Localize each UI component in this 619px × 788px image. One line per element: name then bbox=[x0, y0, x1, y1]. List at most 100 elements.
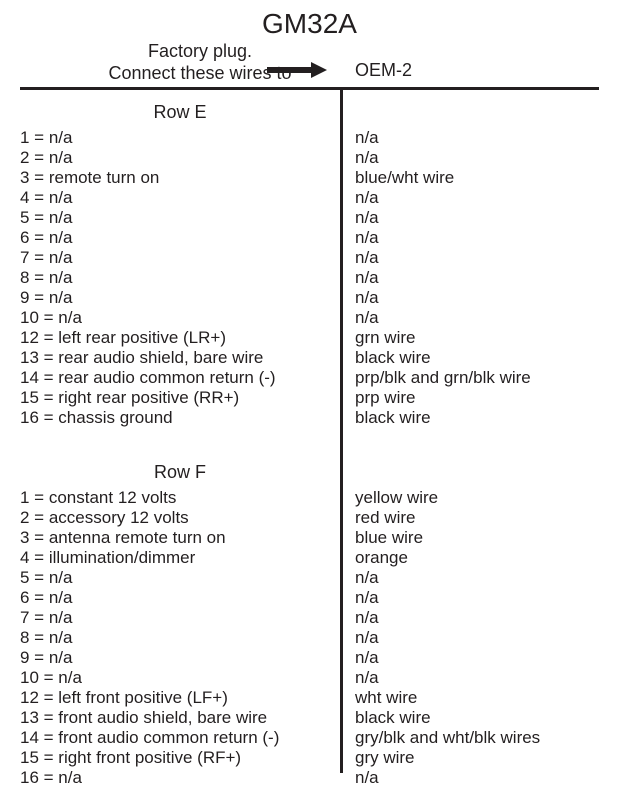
table-row: 3 = remote turn onblue/wht wire bbox=[20, 168, 599, 188]
oem-value: yellow wire bbox=[340, 488, 438, 508]
oem-value: black wire bbox=[340, 348, 431, 368]
pin-description: 5 = n/a bbox=[20, 568, 340, 588]
oem-value: black wire bbox=[340, 708, 431, 728]
oem-value: red wire bbox=[340, 508, 415, 528]
table-row: 10 = n/an/a bbox=[20, 668, 599, 688]
pin-description: 9 = n/a bbox=[20, 288, 340, 308]
table-row: 12 = left rear positive (LR+)grn wire bbox=[20, 328, 599, 348]
pin-description: 6 = n/a bbox=[20, 228, 340, 248]
pin-description: 10 = n/a bbox=[20, 308, 340, 328]
table-row: 7 = n/an/a bbox=[20, 248, 599, 268]
pin-description: 5 = n/a bbox=[20, 208, 340, 228]
oem-value: n/a bbox=[340, 568, 379, 588]
pin-description: 12 = left rear positive (LR+) bbox=[20, 328, 340, 348]
oem-value: n/a bbox=[340, 188, 379, 208]
pin-description: 7 = n/a bbox=[20, 248, 340, 268]
pin-description: 16 = chassis ground bbox=[20, 408, 340, 428]
pin-description: 9 = n/a bbox=[20, 648, 340, 668]
row-e-body: 1 = n/an/a2 = n/an/a3 = remote turn onbl… bbox=[20, 128, 599, 428]
oem-value: n/a bbox=[340, 148, 379, 168]
oem-value: black wire bbox=[340, 408, 431, 428]
table-row: 5 = n/an/a bbox=[20, 568, 599, 588]
table-row: 6 = n/an/a bbox=[20, 228, 599, 248]
pin-description: 8 = n/a bbox=[20, 268, 340, 288]
table-row: 2 = n/an/a bbox=[20, 148, 599, 168]
pin-description: 14 = rear audio common return (-) bbox=[20, 368, 340, 388]
oem-value: n/a bbox=[340, 648, 379, 668]
pin-description: 12 = left front positive (LF+) bbox=[20, 688, 340, 708]
pin-description: 1 = n/a bbox=[20, 128, 340, 148]
pin-description: 13 = rear audio shield, bare wire bbox=[20, 348, 340, 368]
table-row: 15 = right front positive (RF+)gry wire bbox=[20, 748, 599, 768]
table-row: 15 = right rear positive (RR+)prp wire bbox=[20, 388, 599, 408]
table-row: 9 = n/an/a bbox=[20, 288, 599, 308]
oem-header: OEM-2 bbox=[355, 60, 412, 81]
row-f-body: 1 = constant 12 voltsyellow wire2 = acce… bbox=[20, 488, 599, 788]
factory-plug-line1: Factory plug. bbox=[148, 41, 252, 61]
pin-description: 4 = illumination/dimmer bbox=[20, 548, 340, 568]
table-row: 14 = rear audio common return (-)prp/blk… bbox=[20, 368, 599, 388]
oem-value: prp wire bbox=[340, 388, 415, 408]
pin-description: 3 = remote turn on bbox=[20, 168, 340, 188]
pin-description: 7 = n/a bbox=[20, 608, 340, 628]
pin-description: 4 = n/a bbox=[20, 188, 340, 208]
oem-value: n/a bbox=[340, 628, 379, 648]
table-row: 1 = n/an/a bbox=[20, 128, 599, 148]
pin-description: 15 = right rear positive (RR+) bbox=[20, 388, 340, 408]
table-row: 6 = n/an/a bbox=[20, 588, 599, 608]
pin-description: 13 = front audio shield, bare wire bbox=[20, 708, 340, 728]
oem-value: gry/blk and wht/blk wires bbox=[340, 728, 540, 748]
row-e-heading: Row E bbox=[20, 102, 340, 123]
page-title: GM32A bbox=[0, 8, 619, 40]
oem-value: n/a bbox=[340, 588, 379, 608]
pin-description: 2 = accessory 12 volts bbox=[20, 508, 340, 528]
oem-value: grn wire bbox=[340, 328, 415, 348]
table-row: 16 = n/an/a bbox=[20, 768, 599, 788]
table-row: 9 = n/an/a bbox=[20, 648, 599, 668]
pin-description: 2 = n/a bbox=[20, 148, 340, 168]
pin-description: 3 = antenna remote turn on bbox=[20, 528, 340, 548]
table-row: 8 = n/an/a bbox=[20, 268, 599, 288]
table-row: 14 = front audio common return (-)gry/bl… bbox=[20, 728, 599, 748]
oem-value: n/a bbox=[340, 268, 379, 288]
oem-value: orange bbox=[340, 548, 408, 568]
table-row: 16 = chassis groundblack wire bbox=[20, 408, 599, 428]
table-row: 2 = accessory 12 voltsred wire bbox=[20, 508, 599, 528]
pin-description: 16 = n/a bbox=[20, 768, 340, 788]
oem-value: n/a bbox=[340, 308, 379, 328]
factory-plug-line2: Connect these wires to bbox=[108, 63, 291, 83]
pin-description: 14 = front audio common return (-) bbox=[20, 728, 340, 748]
arrow-right-icon bbox=[267, 62, 327, 78]
oem-value: prp/blk and grn/blk wire bbox=[340, 368, 531, 388]
table-row: 7 = n/an/a bbox=[20, 608, 599, 628]
table-row: 3 = antenna remote turn onblue wire bbox=[20, 528, 599, 548]
oem-value: n/a bbox=[340, 128, 379, 148]
table-row: 4 = n/an/a bbox=[20, 188, 599, 208]
oem-value: wht wire bbox=[340, 688, 417, 708]
oem-value: blue/wht wire bbox=[340, 168, 454, 188]
oem-value: n/a bbox=[340, 208, 379, 228]
table-row: 13 = rear audio shield, bare wireblack w… bbox=[20, 348, 599, 368]
table-row: 5 = n/an/a bbox=[20, 208, 599, 228]
table-row: 8 = n/an/a bbox=[20, 628, 599, 648]
oem-value: blue wire bbox=[340, 528, 423, 548]
oem-value: n/a bbox=[340, 228, 379, 248]
table-row: 13 = front audio shield, bare wireblack … bbox=[20, 708, 599, 728]
oem-value: n/a bbox=[340, 768, 379, 788]
pin-description: 6 = n/a bbox=[20, 588, 340, 608]
oem-value: n/a bbox=[340, 248, 379, 268]
horizontal-rule bbox=[20, 87, 599, 90]
table-row: 10 = n/an/a bbox=[20, 308, 599, 328]
table-row: 4 = illumination/dimmerorange bbox=[20, 548, 599, 568]
pin-description: 10 = n/a bbox=[20, 668, 340, 688]
table-row: 12 = left front positive (LF+)wht wire bbox=[20, 688, 599, 708]
pin-description: 15 = right front positive (RF+) bbox=[20, 748, 340, 768]
oem-value: n/a bbox=[340, 668, 379, 688]
oem-value: n/a bbox=[340, 608, 379, 628]
oem-value: n/a bbox=[340, 288, 379, 308]
table-row: 1 = constant 12 voltsyellow wire bbox=[20, 488, 599, 508]
oem-value: gry wire bbox=[340, 748, 415, 768]
pin-description: 8 = n/a bbox=[20, 628, 340, 648]
row-f-heading: Row F bbox=[20, 462, 340, 483]
pin-description: 1 = constant 12 volts bbox=[20, 488, 340, 508]
